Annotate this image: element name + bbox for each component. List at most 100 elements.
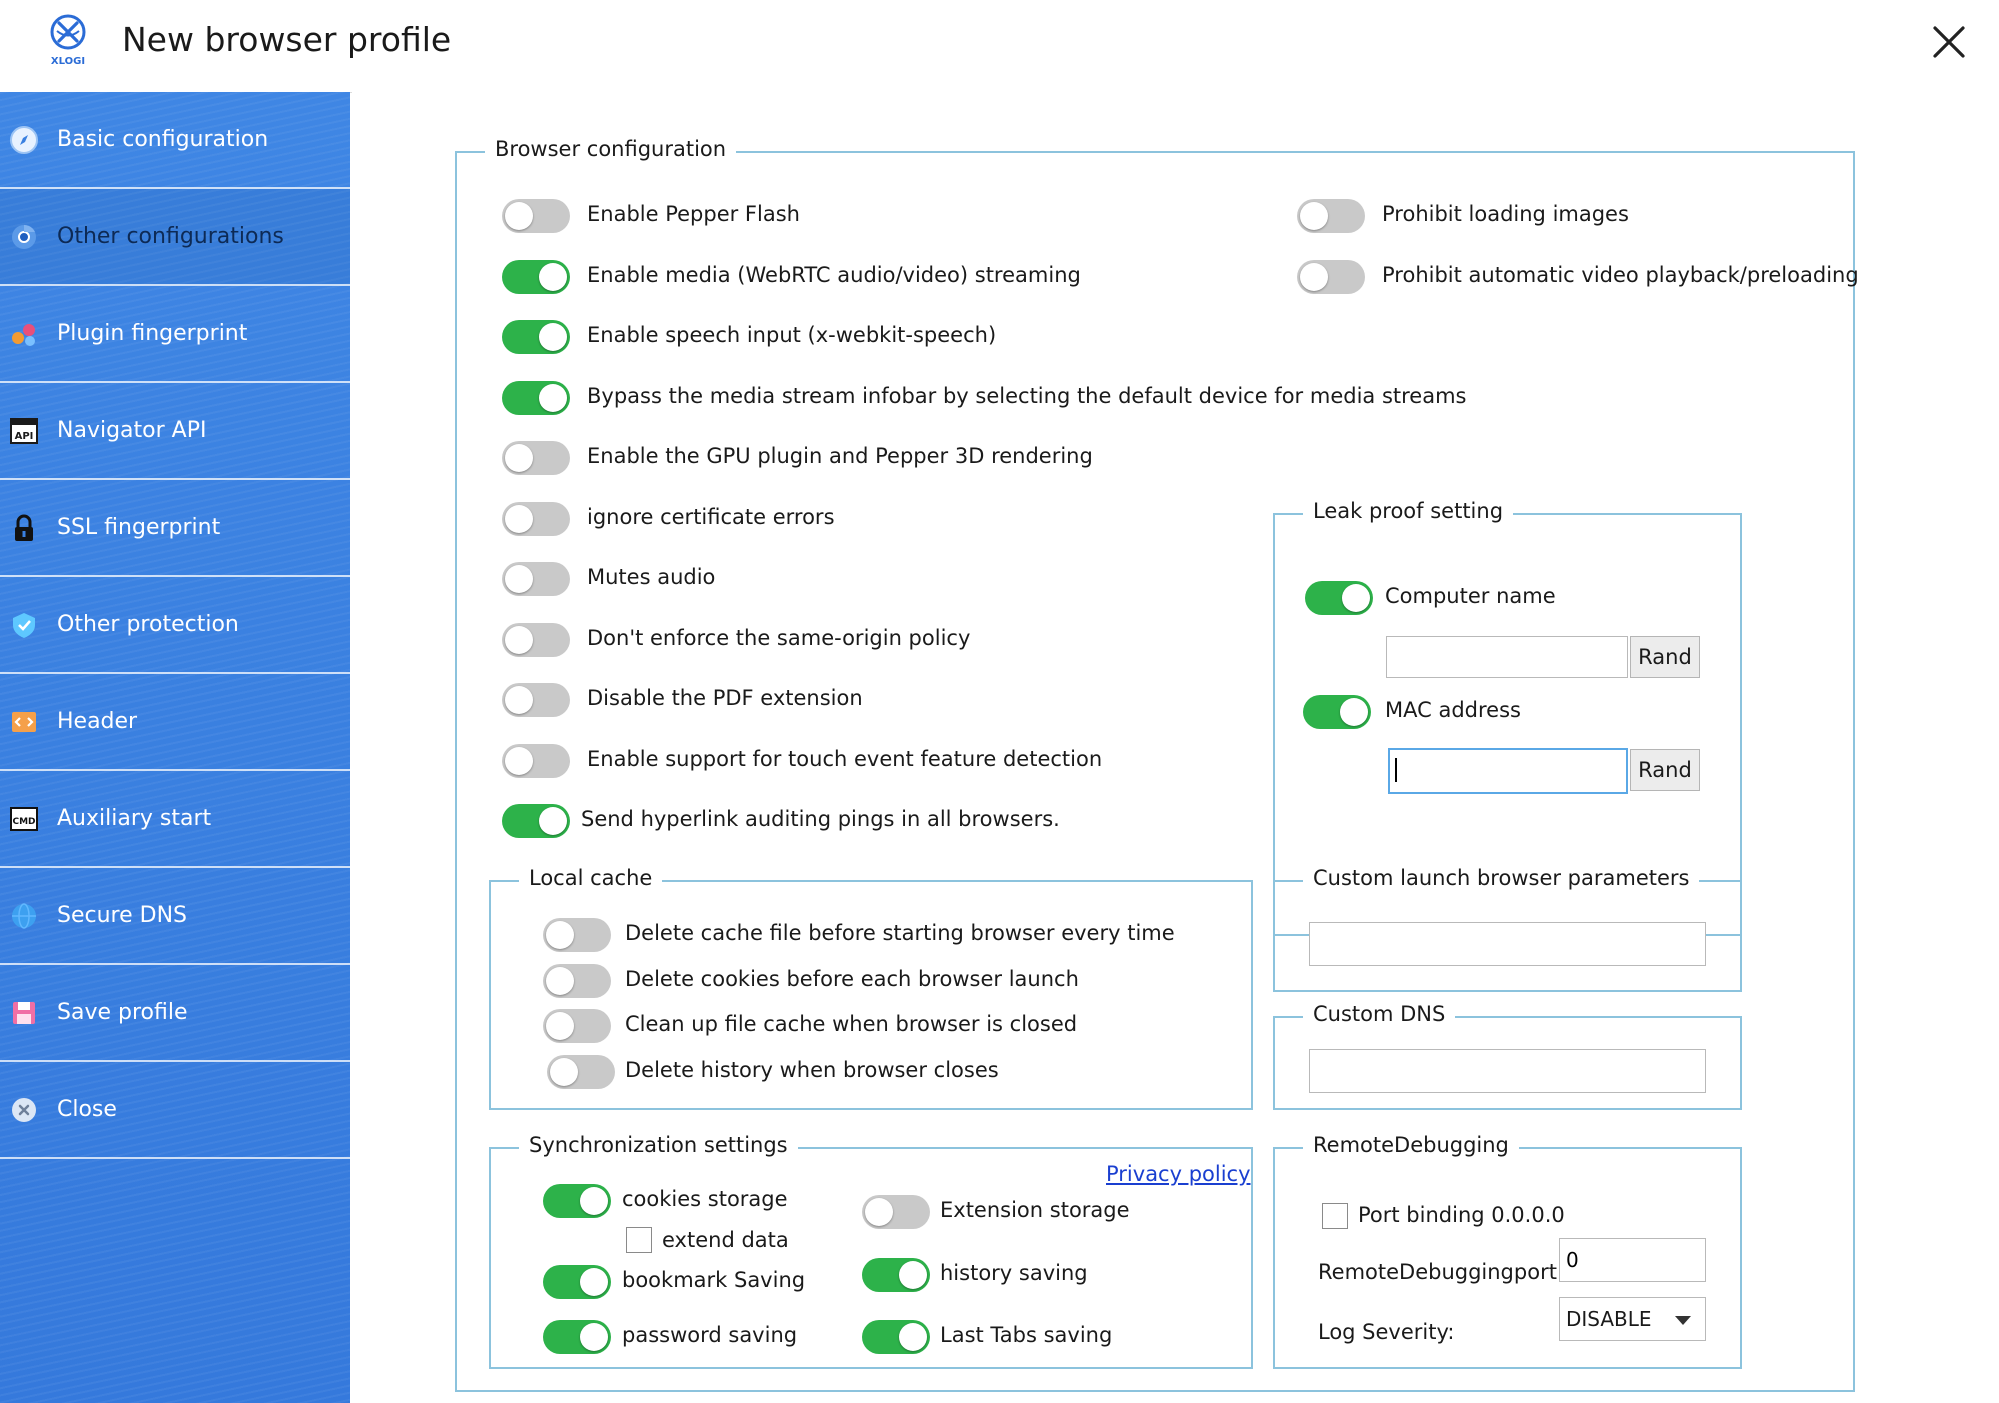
option-label: ignore certificate errors: [587, 505, 835, 529]
option-label: Delete history when browser closes: [625, 1058, 999, 1082]
toggle-ignore-certificate-errors[interactable]: [502, 502, 570, 536]
toggle-prohibit-video-autoplay[interactable]: [1297, 260, 1365, 294]
toggle-mac-address[interactable]: [1303, 695, 1371, 729]
window-title: New browser profile: [122, 20, 452, 59]
option-label: Enable the GPU plugin and Pepper 3D rend…: [587, 444, 1093, 468]
computer-name-rand-button[interactable]: Rand: [1630, 636, 1700, 678]
sidebar-item-label: Other configurations: [57, 224, 284, 249]
toggle-delete-history-on-close[interactable]: [547, 1055, 615, 1089]
sidebar: Basic configuration Other configurations…: [0, 92, 350, 1403]
group-legend: Custom launch browser parameters: [1303, 866, 1700, 890]
sidebar-item-basic-configuration[interactable]: Basic configuration: [0, 92, 350, 189]
toggle-cookies-storage[interactable]: [543, 1184, 611, 1218]
plugin-icon: [7, 317, 41, 351]
svg-text:CMD: CMD: [12, 817, 35, 827]
option-label: password saving: [622, 1323, 798, 1347]
option-label: Extension storage: [940, 1198, 1130, 1222]
extend-data-checkbox[interactable]: [626, 1227, 652, 1253]
cmd-icon: CMD: [7, 802, 41, 836]
sidebar-item-plugin-fingerprint[interactable]: Plugin fingerprint: [0, 286, 350, 383]
close-window-button[interactable]: [1921, 14, 1977, 70]
sidebar-item-label: Basic configuration: [57, 127, 269, 152]
mac-address-rand-button[interactable]: Rand: [1630, 749, 1700, 791]
sidebar-item-auxiliary-start[interactable]: CMD Auxiliary start: [0, 771, 350, 868]
sidebar-item-secure-dns[interactable]: Secure DNS: [0, 868, 350, 965]
xlogi-logo: XLOGI: [44, 12, 92, 70]
sidebar-item-close[interactable]: Close: [0, 1062, 350, 1159]
sidebar-item-label: Close: [57, 1097, 117, 1122]
toggle-clean-cache-on-close[interactable]: [543, 1009, 611, 1043]
globe-icon: [7, 899, 41, 933]
mac-address-label: MAC address: [1385, 698, 1521, 722]
group-legend: Browser configuration: [485, 137, 737, 161]
toggle-touch-event-detection[interactable]: [502, 744, 570, 778]
toggle-password-saving[interactable]: [543, 1320, 611, 1354]
sidebar-item-save-profile[interactable]: Save profile: [0, 965, 350, 1062]
option-label: Enable Pepper Flash: [587, 202, 800, 226]
content-area: Browser configuration Enable Pepper Flas…: [352, 92, 1999, 1403]
option-label: Enable media (WebRTC audio/video) stream…: [587, 263, 1081, 287]
toggle-enable-pepper-flash[interactable]: [502, 199, 570, 233]
shield-icon: [7, 608, 41, 642]
toggle-enable-gpu-plugin[interactable]: [502, 441, 570, 475]
custom-dns-input[interactable]: [1309, 1049, 1706, 1093]
option-label: history saving: [940, 1261, 1088, 1285]
close-circle-icon: [7, 1093, 41, 1127]
toggle-bypass-media-infobar[interactable]: [502, 381, 570, 415]
toggle-computer-name[interactable]: [1305, 581, 1373, 615]
sidebar-item-navigator-api[interactable]: API Navigator API: [0, 383, 350, 480]
toggle-history-saving[interactable]: [862, 1258, 930, 1292]
custom-launch-input[interactable]: [1309, 922, 1706, 966]
toggle-delete-cache-on-start[interactable]: [543, 918, 611, 952]
chrome-icon: [7, 220, 41, 254]
sidebar-item-label: Plugin fingerprint: [57, 321, 248, 346]
group-legend: Synchronization settings: [519, 1133, 798, 1157]
option-label: Prohibit loading images: [1382, 202, 1629, 226]
option-label: Disable the PDF extension: [587, 686, 863, 710]
sidebar-item-other-protection[interactable]: Other protection: [0, 577, 350, 674]
toggle-last-tabs-saving[interactable]: [862, 1320, 930, 1354]
option-label: Last Tabs saving: [940, 1323, 1113, 1347]
api-icon: API: [7, 414, 41, 448]
lock-icon: [7, 511, 41, 545]
privacy-policy-link[interactable]: Privacy policy: [1106, 1162, 1251, 1186]
sidebar-item-label: Navigator API: [57, 418, 207, 443]
toggle-hyperlink-auditing[interactable]: [502, 804, 570, 838]
debugging-port-label: RemoteDebuggingport:: [1318, 1260, 1565, 1284]
option-label: Prohibit automatic video playback/preloa…: [1382, 263, 1859, 287]
svg-text:API: API: [15, 431, 34, 442]
toggle-extension-storage[interactable]: [862, 1195, 930, 1229]
toggle-enable-speech-input[interactable]: [502, 320, 570, 354]
log-severity-select[interactable]: DISABLE: [1559, 1297, 1706, 1341]
toggle-delete-cookies-on-launch[interactable]: [543, 964, 611, 998]
chevron-down-icon: [1675, 1316, 1691, 1325]
close-icon: [1933, 26, 1965, 58]
option-label: extend data: [662, 1228, 789, 1252]
html-icon: [7, 705, 41, 739]
debugging-port-input[interactable]: [1559, 1238, 1706, 1282]
toggle-mutes-audio[interactable]: [502, 562, 570, 596]
option-label: Don't enforce the same-origin policy: [587, 626, 971, 650]
option-label: Delete cache file before starting browse…: [625, 921, 1175, 945]
toggle-same-origin-policy[interactable]: [502, 623, 570, 657]
mac-address-input[interactable]: [1388, 748, 1628, 794]
sidebar-item-label: SSL fingerprint: [57, 515, 221, 540]
port-binding-label: Port binding 0.0.0.0: [1358, 1203, 1565, 1227]
toggle-enable-media-streaming[interactable]: [502, 260, 570, 294]
port-binding-checkbox[interactable]: [1322, 1203, 1348, 1229]
computer-name-input[interactable]: [1386, 636, 1628, 678]
sidebar-item-label: Auxiliary start: [57, 806, 212, 831]
sidebar-item-label: Save profile: [57, 1000, 188, 1025]
logo-text: XLOGI: [50, 56, 86, 67]
sidebar-item-other-configurations[interactable]: Other configurations: [0, 189, 350, 286]
sidebar-item-header[interactable]: Header: [0, 674, 350, 771]
option-label: Enable support for touch event feature d…: [587, 747, 1103, 771]
log-severity-label: Log Severity:: [1318, 1320, 1455, 1344]
toggle-prohibit-loading-images[interactable]: [1297, 199, 1365, 233]
toggle-bookmark-saving[interactable]: [543, 1265, 611, 1299]
sidebar-item-label: Header: [57, 709, 138, 734]
option-label: Enable speech input (x-webkit-speech): [587, 323, 997, 347]
toggle-disable-pdf-extension[interactable]: [502, 683, 570, 717]
computer-name-label: Computer name: [1385, 584, 1556, 608]
sidebar-item-ssl-fingerprint[interactable]: SSL fingerprint: [0, 480, 350, 577]
